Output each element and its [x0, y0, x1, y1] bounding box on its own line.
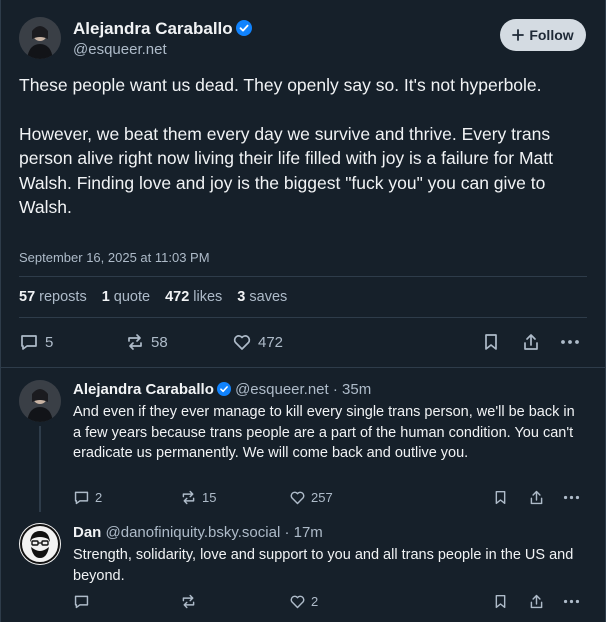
like-button[interactable]: 2: [289, 593, 318, 610]
verified-badge-icon: [216, 382, 231, 400]
reply-text: And even if they ever manage to kill eve…: [73, 404, 575, 461]
plus-icon: [512, 29, 525, 41]
reply-header: Alejandra Caraballo @esqueer.net · 35m: [73, 381, 371, 400]
bookmark-button[interactable]: [493, 593, 508, 610]
like-button[interactable]: 472: [232, 332, 283, 352]
verified-badge-icon: [235, 20, 252, 41]
share-icon: [528, 489, 545, 506]
post-text: These people want us dead. They openly s…: [19, 73, 589, 244]
reply-button[interactable]: [73, 593, 95, 610]
post-paragraph: However, we beat them every day we survi…: [19, 123, 553, 218]
like-count: 472: [258, 333, 284, 351]
quotes-count: 1: [101, 289, 110, 305]
quotes-stat[interactable]: 1 quote: [102, 289, 150, 305]
reposts-count: 57: [19, 289, 36, 305]
reply-author-name[interactable]: Alejandra Caraballo: [73, 381, 214, 398]
reply-avatar[interactable]: [19, 380, 61, 422]
repost-button[interactable]: 15: [180, 489, 216, 506]
post-stats: 57 reposts 1 quote 472 likes 3 saves: [19, 289, 287, 305]
author-name-text[interactable]: Alejandra Caraballo: [73, 19, 233, 38]
repost-count: 58: [151, 333, 168, 351]
share-button[interactable]: [521, 332, 541, 352]
likes-count: 472: [165, 289, 190, 305]
share-button[interactable]: [528, 593, 545, 610]
like-icon: [289, 489, 306, 506]
repost-icon: [125, 332, 145, 352]
saves-count: 3: [237, 289, 246, 305]
post-date[interactable]: September 16, 2025 at 11:03 PM: [19, 250, 210, 265]
reply-icon: [73, 593, 90, 610]
section-divider: [1, 367, 605, 368]
reposts-label: reposts: [39, 289, 87, 305]
more-options-button[interactable]: [559, 332, 581, 352]
reply-count: 5: [45, 333, 54, 351]
more-options-button[interactable]: [562, 593, 581, 610]
reply-author-handle[interactable]: @esqueer.net: [235, 381, 329, 398]
bookmark-icon: [493, 593, 508, 610]
reply-count: 2: [95, 490, 103, 505]
reply-author-handle[interactable]: @danofiniquity.bsky.social: [106, 524, 281, 541]
more-icon: [559, 332, 581, 352]
more-icon: [562, 593, 581, 610]
more-icon: [562, 489, 581, 506]
divider: [19, 317, 587, 318]
repost-button[interactable]: 58: [125, 332, 168, 352]
follow-button[interactable]: Follow: [500, 19, 586, 51]
like-count: 257: [311, 490, 333, 505]
share-icon: [528, 593, 545, 610]
author-avatar[interactable]: [19, 17, 61, 59]
reply-button[interactable]: 5: [19, 332, 53, 352]
more-options-button[interactable]: [562, 489, 581, 506]
author-handle[interactable]: @esqueer.net: [73, 41, 167, 58]
reply-author-name[interactable]: Dan: [73, 524, 101, 541]
bookmark-button[interactable]: [493, 489, 508, 506]
post-paragraph: These people want us dead. They openly s…: [19, 75, 542, 95]
repost-count: 15: [202, 490, 217, 505]
author-name[interactable]: Alejandra Caraballo: [73, 19, 252, 41]
saves-stat[interactable]: 3 saves: [237, 289, 287, 305]
share-icon: [521, 332, 541, 352]
like-icon: [232, 332, 252, 352]
reply-time[interactable]: · 17m: [284, 524, 322, 541]
like-icon: [289, 593, 306, 610]
follow-label: Follow: [529, 27, 574, 43]
reply-icon: [73, 489, 90, 506]
reply-avatar[interactable]: [19, 523, 61, 565]
like-count: 2: [311, 594, 319, 609]
likes-label: likes: [193, 289, 223, 305]
thread-connector: [39, 426, 41, 512]
reposts-stat[interactable]: 57 reposts: [19, 289, 87, 305]
bookmark-icon: [493, 489, 508, 506]
repost-icon: [180, 593, 197, 610]
reply-time[interactable]: · 35m: [333, 381, 371, 398]
reply-header: Dan @danofiniquity.bsky.social · 17m: [73, 524, 323, 541]
divider: [19, 276, 587, 277]
reply-text: Strength, solidarity, love and support t…: [73, 547, 574, 584]
repost-button[interactable]: [180, 593, 202, 610]
reply-button[interactable]: 2: [73, 489, 102, 506]
share-button[interactable]: [528, 489, 545, 506]
like-button[interactable]: 257: [289, 489, 333, 506]
saves-label: saves: [249, 289, 288, 305]
quotes-label: quote: [113, 289, 151, 305]
likes-stat[interactable]: 472 likes: [165, 289, 222, 305]
repost-icon: [180, 489, 197, 506]
bookmark-icon: [482, 332, 500, 352]
reply-icon: [19, 332, 39, 352]
post-thread: Alejandra Caraballo @esqueer.net Follow …: [0, 0, 606, 622]
bookmark-button[interactable]: [482, 332, 500, 352]
